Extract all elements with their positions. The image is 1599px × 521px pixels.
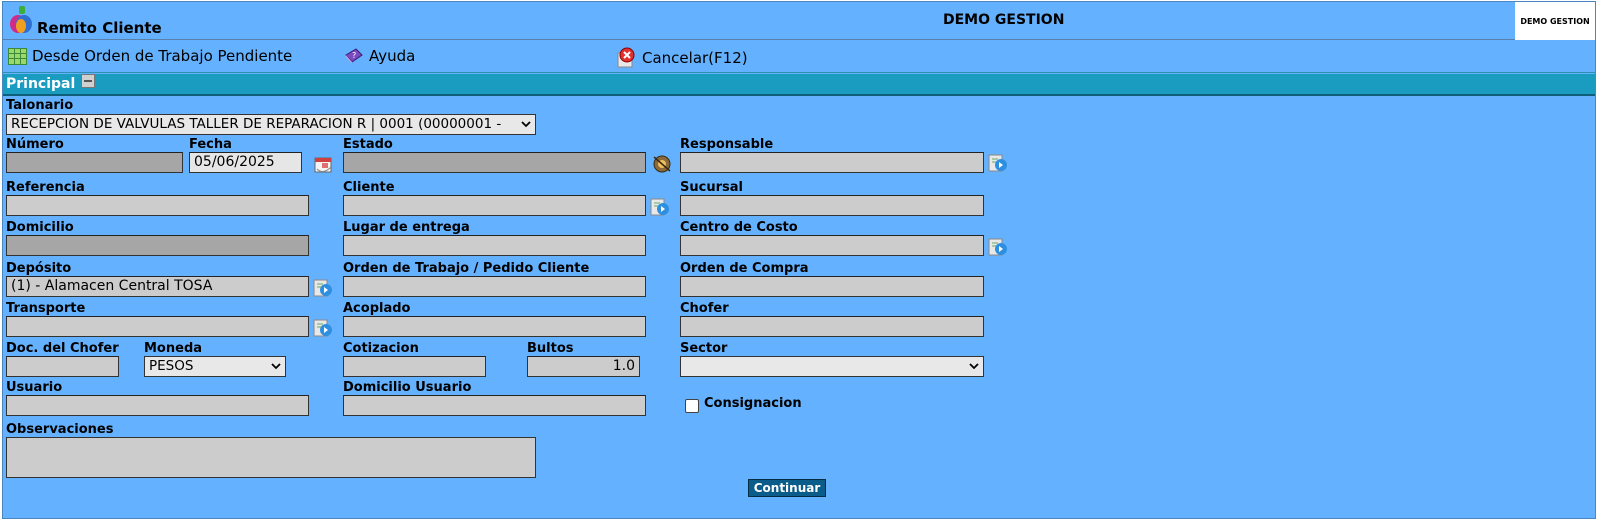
usuario-input[interactable] <box>6 395 309 416</box>
deposito-input[interactable]: (1) - Alamacen Central TOSA <box>6 276 309 297</box>
app-logo-icon <box>10 6 32 33</box>
toolbar: Desde Orden de Trabajo Pendiente ? Ayuda… <box>3 41 1595 73</box>
calendar-icon[interactable] <box>313 153 335 175</box>
referencia-input[interactable] <box>6 195 309 216</box>
chevron-down-icon <box>271 363 281 370</box>
cotizacion-label: Cotizacion <box>343 341 419 356</box>
consignacion-checkbox[interactable] <box>685 399 699 413</box>
orden-compra-label: Orden de Compra <box>680 261 809 276</box>
numero-label: Número <box>6 137 64 152</box>
chofer-label: Chofer <box>680 301 729 316</box>
centro-costo-label: Centro de Costo <box>680 220 798 235</box>
observaciones-label: Observaciones <box>6 422 114 437</box>
fecha-label: Fecha <box>189 137 232 152</box>
cancelar-button[interactable]: Cancelar(F12) <box>615 47 748 69</box>
responsable-label: Responsable <box>680 137 774 152</box>
grid-icon <box>8 47 27 65</box>
observaciones-textarea[interactable] <box>6 437 536 478</box>
sucursal-input[interactable] <box>680 195 984 216</box>
orden-trabajo-label: Orden de Trabajo / Pedido Cliente <box>343 261 590 276</box>
deposito-lookup-icon[interactable] <box>312 277 334 299</box>
acoplado-label: Acoplado <box>343 301 411 316</box>
referencia-label: Referencia <box>6 180 85 195</box>
numero-input[interactable] <box>6 152 183 173</box>
ayuda-label: Ayuda <box>369 47 416 65</box>
sucursal-label: Sucursal <box>680 180 743 195</box>
usuario-label: Usuario <box>6 380 63 395</box>
svg-text:?: ? <box>352 51 356 60</box>
talonario-select[interactable]: RECEPCION DE VALVULAS TALLER DE REPARACI… <box>6 114 536 135</box>
centro-costo-lookup-icon[interactable] <box>987 236 1009 258</box>
moneda-label: Moneda <box>144 341 203 356</box>
bultos-input[interactable]: 1.0 <box>527 356 640 377</box>
doc-chofer-label: Doc. del Chofer <box>6 341 119 356</box>
estado-lookup-icon[interactable] <box>651 153 673 175</box>
app-window: Remito Cliente DEMO GESTION DEMO GESTION… <box>2 1 1596 519</box>
consignacion-label: Consignacion <box>704 396 802 411</box>
sector-select[interactable] <box>680 356 984 377</box>
lugar-entrega-label: Lugar de entrega <box>343 220 470 235</box>
chevron-down-icon <box>521 121 531 128</box>
section-principal-bar: Principal <box>3 74 1595 96</box>
cliente-input[interactable] <box>343 195 646 216</box>
help-book-icon: ? <box>345 48 363 64</box>
domicilio-usuario-label: Domicilio Usuario <box>343 380 472 395</box>
section-title: Principal <box>6 76 76 92</box>
sector-label: Sector <box>680 341 728 356</box>
collapse-icon[interactable] <box>81 74 96 88</box>
continuar-button[interactable]: Continuar <box>748 479 826 497</box>
responsable-input[interactable] <box>680 152 984 173</box>
estado-label: Estado <box>343 137 393 152</box>
talonario-label: Talonario <box>6 98 74 113</box>
header: Remito Cliente DEMO GESTION DEMO GESTION <box>3 2 1595 40</box>
desde-orden-label: Desde Orden de Trabajo Pendiente <box>32 47 293 65</box>
chofer-input[interactable] <box>680 316 984 337</box>
acoplado-input[interactable] <box>343 316 646 337</box>
deposito-label: Depósito <box>6 261 72 276</box>
desde-orden-button[interactable]: Desde Orden de Trabajo Pendiente <box>8 47 292 65</box>
transporte-label: Transporte <box>6 301 86 316</box>
doc-chofer-input[interactable] <box>6 356 119 377</box>
cliente-lookup-icon[interactable] <box>649 196 671 218</box>
bultos-label: Bultos <box>527 341 574 356</box>
transporte-lookup-icon[interactable] <box>312 317 334 339</box>
cotizacion-input[interactable] <box>343 356 486 377</box>
domicilio-label: Domicilio <box>6 220 74 235</box>
domicilio-usuario-input[interactable] <box>343 395 646 416</box>
ayuda-button[interactable]: ? Ayuda <box>344 47 415 65</box>
window-title: Remito Cliente <box>37 19 162 37</box>
estado-input[interactable] <box>343 152 646 173</box>
moneda-select[interactable]: PESOS <box>144 356 286 377</box>
lugar-entrega-input[interactable] <box>343 235 646 256</box>
orden-compra-input[interactable] <box>680 276 984 297</box>
orden-trabajo-input[interactable] <box>343 276 646 297</box>
chevron-down-icon <box>969 363 979 370</box>
cancelar-label: Cancelar(F12) <box>642 49 748 67</box>
cancel-icon <box>617 47 635 68</box>
domicilio-input[interactable] <box>6 235 309 256</box>
company-badge: DEMO GESTION <box>1515 2 1595 40</box>
cliente-label: Cliente <box>343 180 395 195</box>
centro-costo-input[interactable] <box>680 235 984 256</box>
responsable-lookup-icon[interactable] <box>987 152 1009 174</box>
fecha-input[interactable]: 05/06/2025 <box>189 152 302 173</box>
company-title: DEMO GESTION <box>943 12 1065 28</box>
transporte-input[interactable] <box>6 316 309 337</box>
